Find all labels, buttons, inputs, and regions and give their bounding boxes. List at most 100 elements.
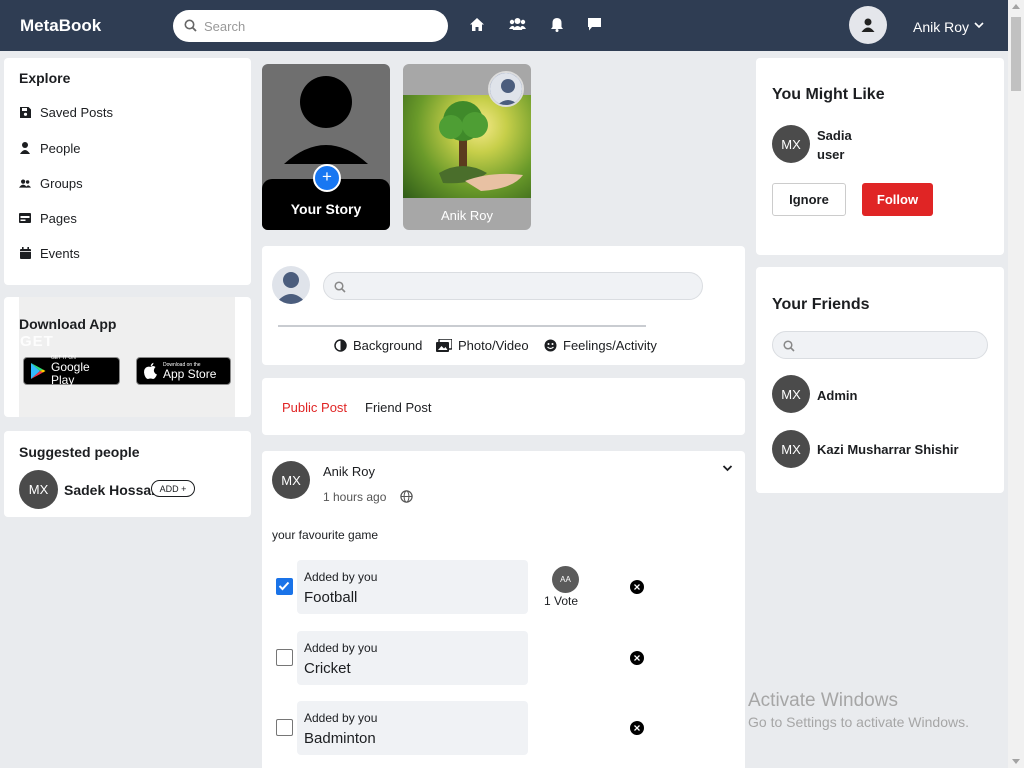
user-avatar[interactable] [849,6,887,44]
composer-divider [278,325,646,327]
explore-item-saved-posts[interactable]: Saved Posts [19,102,113,122]
scroll-thumb[interactable] [1011,17,1021,91]
remove-option-button[interactable] [630,580,644,594]
friend-avatar[interactable]: MX [772,430,810,468]
photo-icon [436,339,452,352]
explore-item-events[interactable]: Events [19,243,80,263]
app-store-button[interactable]: Download on the App Store [136,357,231,385]
your-story-label: Your Story [290,201,362,217]
your-friends-title: Your Friends [772,296,870,313]
check-icon [278,581,290,591]
google-play-button[interactable]: GET IT ON Google Play [23,355,120,387]
friend-avatar[interactable]: MX [772,375,810,413]
post-composer: Background Photo/Video Feelings/Activity [262,246,745,365]
post-menu-chevron-icon[interactable] [722,464,733,473]
friends-icon[interactable] [509,17,527,35]
friends-search-input[interactable] [773,332,987,358]
poll-option-name: Badminton [304,730,376,747]
poll-option-cricket[interactable]: Added by you Cricket [297,631,528,685]
poll-option-checkbox[interactable] [276,578,293,595]
composer-input-wrap[interactable] [323,272,703,300]
explore-item-groups[interactable]: Groups [19,173,83,193]
add-story-button[interactable]: + [313,164,341,192]
background-button[interactable]: Background [334,338,422,353]
friend-name[interactable]: Admin [817,388,857,403]
friend-name[interactable]: Kazi Musharrar Shishir [817,442,959,457]
google-play-label: Google Play [51,360,90,387]
home-icon[interactable] [469,17,487,35]
chevron-down-icon[interactable] [974,21,984,29]
app-store-label: App Store [163,366,217,381]
calendar-icon [19,247,31,259]
brand-logo[interactable]: MetaBook [20,16,101,36]
might-like-avatar[interactable]: MX [772,125,810,163]
activation-title: Activate Windows [748,690,898,711]
close-icon [634,584,640,590]
post-text: your favourite game [272,528,379,542]
you-might-like-title: You Might Like [772,86,885,103]
poll-option-name: Cricket [304,660,351,677]
group-icon [19,178,31,189]
suggested-person-name[interactable]: Sadek Hossain [64,482,164,498]
bell-icon[interactable] [550,17,568,35]
tab-friend-post[interactable]: Friend Post [365,400,431,415]
download-app-title: Download App [19,316,117,332]
search-icon [334,281,346,293]
poll-post: MX Anik Roy 1 hours ago your favourite g… [262,451,745,768]
windows-activation-notice: Activate Windows Go to Settings to activ… [748,690,969,730]
ignore-button[interactable]: Ignore [772,183,846,216]
poll-option-added-by: Added by you [304,711,378,725]
explore-item-label: Pages [40,210,77,226]
globe-icon [400,490,413,503]
post-author-name[interactable]: Anik Roy [323,464,375,479]
explore-item-label: Saved Posts [40,104,113,120]
poll-option-checkbox[interactable] [276,649,293,666]
search-input[interactable] [204,10,439,42]
explore-item-pages[interactable]: Pages [19,208,77,228]
download-watermark: GET [20,333,54,350]
activation-subtitle: Go to Settings to activate Windows. [748,714,969,730]
remove-option-button[interactable] [630,721,644,735]
person-icon [19,142,31,154]
explore-item-people[interactable]: People [19,138,80,158]
post-filter-tabs: Public Post Friend Post [262,378,745,435]
close-icon [634,655,640,661]
story-card-anik-roy[interactable]: Anik Roy [403,64,531,230]
message-icon[interactable] [587,17,605,35]
post-author-avatar[interactable]: MX [272,461,310,499]
page-icon [19,213,31,223]
follow-button[interactable]: Follow [862,183,933,216]
search-icon [184,19,197,32]
explore-item-label: Events [40,245,80,261]
scroll-up-arrow[interactable] [1012,4,1020,9]
poll-option-football[interactable]: Added by you Football [297,560,528,614]
poll-option-checkbox[interactable] [276,719,293,736]
feelings-activity-button[interactable]: Feelings/Activity [544,338,657,353]
search-bar[interactable] [173,10,448,42]
user-name[interactable]: Anik Roy [913,19,969,35]
voter-avatar[interactable]: AA [552,566,579,593]
story-author-avatar [488,71,524,107]
tab-public-post[interactable]: Public Post [282,400,347,415]
save-icon [19,106,31,118]
scroll-down-arrow[interactable] [1012,759,1020,764]
might-like-name[interactable]: Sadia [817,128,852,143]
smile-icon [544,339,557,352]
might-like-role: user [817,147,845,162]
friends-search[interactable] [772,331,988,359]
poll-option-badminton[interactable]: Added by you Badminton [297,701,528,755]
photo-video-button[interactable]: Photo/Video [436,338,529,353]
suggested-title: Suggested people [19,444,140,460]
close-icon [634,725,640,731]
story-author-name: Anik Roy [440,208,494,223]
post-timestamp: 1 hours ago [323,490,387,504]
explore-item-label: People [40,140,81,156]
add-friend-button[interactable]: ADD + [151,480,195,497]
remove-option-button[interactable] [630,651,644,665]
your-story-card[interactable]: + Your Story [262,64,390,230]
search-icon [783,340,795,352]
explore-card: Explore Saved Posts People Groups Pages … [4,58,251,285]
suggested-avatar[interactable]: MX [19,470,58,509]
composer-input[interactable] [324,273,702,299]
page-scrollbar[interactable] [1008,0,1024,768]
